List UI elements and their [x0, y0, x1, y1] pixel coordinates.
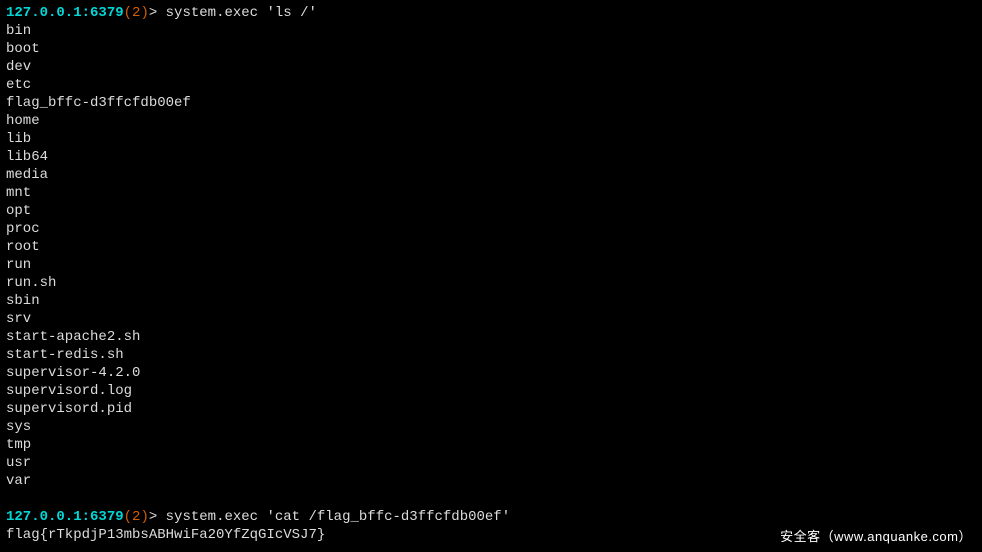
output-line: supervisord.log: [6, 382, 976, 400]
prompt-db-open: (: [124, 5, 132, 21]
output-line: mnt: [6, 184, 976, 202]
command-line: 127.0.0.1:6379(2)> system.exec 'ls /': [6, 4, 976, 22]
prompt-db-open: (: [124, 509, 132, 525]
output-line: start-apache2.sh: [6, 328, 976, 346]
output-line: dev: [6, 58, 976, 76]
watermark: 安全客（www.anquanke.com）: [780, 528, 972, 546]
output-line: lib: [6, 130, 976, 148]
command-text: system.exec 'cat /flag_bffc-d3ffcfdb00ef…: [166, 509, 510, 525]
output-line: bin: [6, 22, 976, 40]
output-line: home: [6, 112, 976, 130]
output-line: sbin: [6, 292, 976, 310]
output-line: supervisor-4.2.0: [6, 364, 976, 382]
output-line: opt: [6, 202, 976, 220]
output-line: lib64: [6, 148, 976, 166]
output-line: proc: [6, 220, 976, 238]
command-text: system.exec 'ls /': [166, 5, 317, 21]
output-line: root: [6, 238, 976, 256]
output-line: srv: [6, 310, 976, 328]
prompt-separator: >: [149, 5, 166, 21]
prompt-db-close: ): [140, 5, 148, 21]
prompt-host: 127.0.0.1:6379: [6, 5, 124, 21]
output-line: start-redis.sh: [6, 346, 976, 364]
output-line: run.sh: [6, 274, 976, 292]
blank-line: [6, 490, 976, 508]
output-line: run: [6, 256, 976, 274]
output-line: sys: [6, 418, 976, 436]
output-line: etc: [6, 76, 976, 94]
output-line: supervisord.pid: [6, 400, 976, 418]
prompt-db-close: ): [140, 509, 148, 525]
output-line: var: [6, 472, 976, 490]
output-line: flag_bffc-d3ffcfdb00ef: [6, 94, 976, 112]
prompt-host: 127.0.0.1:6379: [6, 509, 124, 525]
output-line: media: [6, 166, 976, 184]
output-line: tmp: [6, 436, 976, 454]
terminal[interactable]: 127.0.0.1:6379(2)> system.exec 'ls /'bin…: [0, 0, 982, 552]
output-line: boot: [6, 40, 976, 58]
prompt-separator: >: [149, 509, 166, 525]
output-line: usr: [6, 454, 976, 472]
command-line: 127.0.0.1:6379(2)> system.exec 'cat /fla…: [6, 508, 976, 526]
